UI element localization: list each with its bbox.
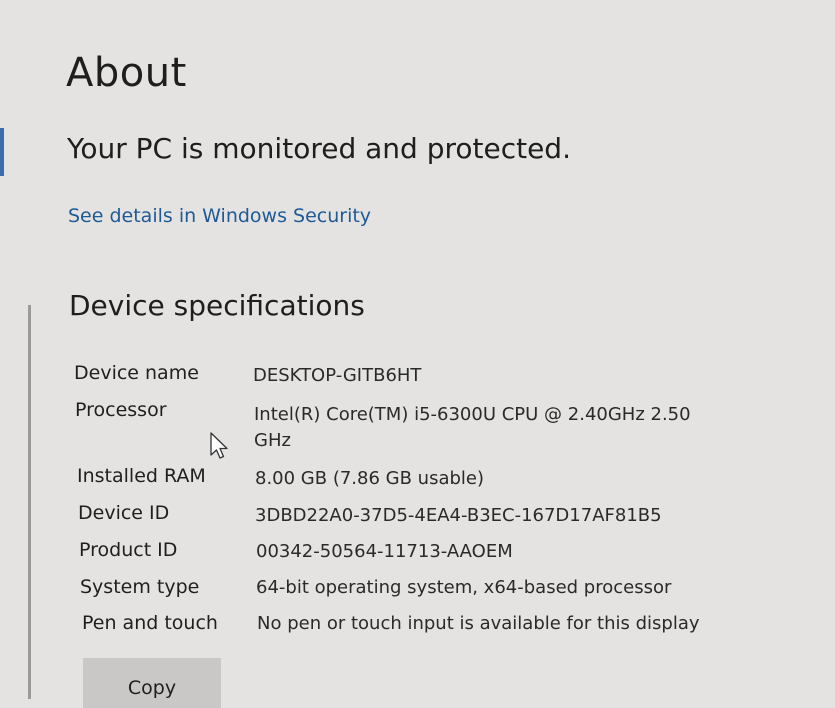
- scroll-track[interactable]: [28, 305, 31, 699]
- mouse-pointer-icon: [210, 432, 228, 459]
- product-id-value: 00342-50564-11713-AAOEM: [256, 541, 513, 562]
- system-type-value: 64-bit operating system, x64-based proce…: [256, 577, 672, 598]
- device-id-value: 3DBD22A0-37D5-4EA4-B3EC-167D17AF81B5: [255, 505, 662, 526]
- pen-touch-value: No pen or touch input is available for t…: [257, 613, 700, 634]
- device-name-label: Device name: [74, 362, 199, 384]
- protection-status: Your PC is monitored and protected.: [67, 132, 571, 165]
- processor-value-continued: GHz: [254, 430, 291, 451]
- page-title: About: [66, 50, 187, 96]
- device-id-label: Device ID: [78, 502, 170, 524]
- processor-value: Intel(R) Core(TM) i5-6300U CPU @ 2.40GHz…: [254, 404, 691, 425]
- device-name-value: DESKTOP-GITB6HT: [253, 365, 422, 386]
- copy-button[interactable]: Copy: [83, 658, 221, 708]
- windows-security-link[interactable]: See details in Windows Security: [68, 205, 371, 227]
- product-id-label: Product ID: [79, 539, 178, 561]
- pen-touch-label: Pen and touch: [82, 612, 218, 634]
- left-edge-accent: [0, 128, 4, 176]
- processor-label: Processor: [75, 399, 167, 421]
- installed-ram-label: Installed RAM: [77, 465, 206, 487]
- device-specifications-heading: Device specifications: [69, 289, 365, 322]
- installed-ram-value: 8.00 GB (7.86 GB usable): [255, 468, 484, 489]
- system-type-label: System type: [80, 576, 200, 598]
